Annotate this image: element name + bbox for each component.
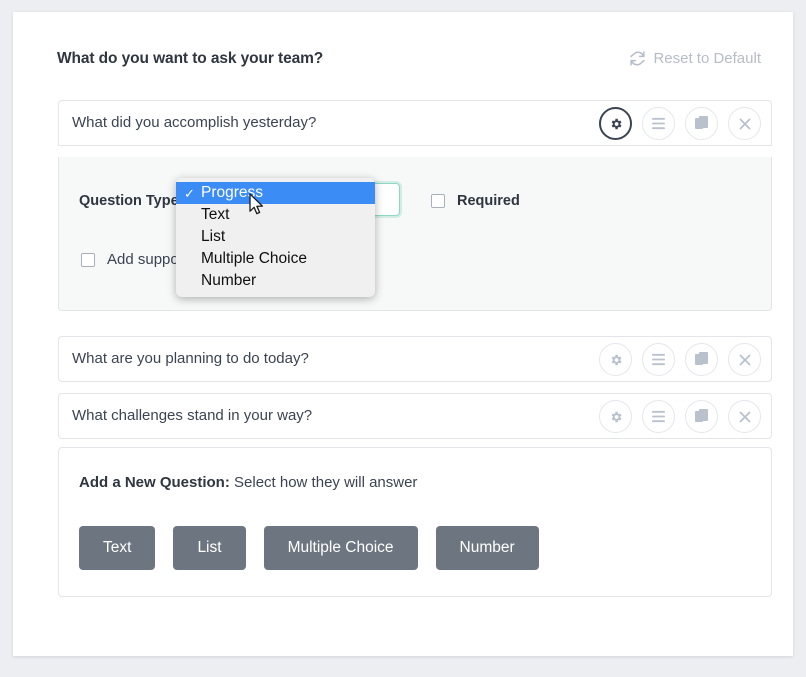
- question-actions: [599, 107, 761, 140]
- add-new-question-title-bold: Add a New Question:: [79, 474, 230, 491]
- gear-icon: [609, 410, 623, 424]
- question-type-label: Question Type: [79, 193, 179, 209]
- dropdown-option-label: Number: [201, 272, 257, 289]
- question-row[interactable]: What challenges stand in your way?: [58, 393, 772, 439]
- add-new-question-title-rest: Select how they will answer: [229, 474, 418, 491]
- delete-question-button[interactable]: [728, 343, 761, 376]
- dropdown-option-multiple-choice[interactable]: Multiple Choice: [176, 248, 375, 270]
- copy-icon: [694, 409, 709, 424]
- list-icon: [651, 117, 666, 130]
- gear-icon: [609, 353, 623, 367]
- close-icon: [739, 118, 751, 130]
- dropdown-option-number[interactable]: Number: [176, 270, 375, 292]
- answer-type-buttons: Text List Multiple Choice Number: [79, 526, 539, 570]
- dropdown-option-label: Multiple Choice: [201, 250, 307, 267]
- reset-to-default-label: Reset to Default: [653, 50, 761, 67]
- add-support-field[interactable]: Add suppor: [81, 251, 184, 268]
- dropdown-option-label: Progress: [201, 184, 264, 201]
- question-row[interactable]: What are you planning to do today?: [58, 336, 772, 382]
- dropdown-option-text[interactable]: Text: [176, 204, 375, 226]
- list-icon: [651, 410, 666, 423]
- add-support-label: Add suppor: [107, 251, 184, 268]
- duplicate-button[interactable]: [685, 343, 718, 376]
- delete-question-button[interactable]: [728, 400, 761, 433]
- delete-question-button[interactable]: [728, 107, 761, 140]
- question-actions: [599, 343, 761, 376]
- gear-icon-button[interactable]: [599, 400, 632, 433]
- reorder-handle-button[interactable]: [642, 400, 675, 433]
- question-text: What challenges stand in your way?: [72, 407, 313, 424]
- check-icon: ✓: [184, 185, 195, 201]
- add-multiple-choice-question-button[interactable]: Multiple Choice: [263, 526, 418, 570]
- gear-icon: [609, 117, 623, 131]
- close-icon: [739, 411, 751, 423]
- add-list-question-button[interactable]: List: [173, 526, 246, 570]
- add-support-checkbox[interactable]: [81, 252, 95, 267]
- list-icon: [651, 353, 666, 366]
- required-field[interactable]: Required: [431, 193, 520, 209]
- refresh-icon: [629, 50, 646, 67]
- question-settings-panel: Question Type Required Add suppor: [58, 157, 772, 311]
- reorder-handle-button[interactable]: [642, 107, 675, 140]
- add-number-question-button[interactable]: Number: [435, 526, 539, 570]
- reset-to-default-button[interactable]: Reset to Default: [629, 50, 761, 67]
- question-actions: [599, 400, 761, 433]
- question-text: What are you planning to do today?: [72, 350, 309, 367]
- copy-icon: [694, 352, 709, 367]
- dropdown-option-label: Text: [201, 206, 230, 223]
- add-text-question-button[interactable]: Text: [79, 526, 156, 570]
- reorder-handle-button[interactable]: [642, 343, 675, 376]
- add-new-question-title: Add a New Question: Select how they will…: [79, 474, 417, 491]
- required-label: Required: [457, 193, 520, 209]
- dropdown-option-progress[interactable]: ✓ Progress: [176, 182, 375, 204]
- question-row[interactable]: What did you accomplish yesterday?: [58, 100, 772, 146]
- duplicate-button[interactable]: [685, 400, 718, 433]
- gear-icon-button[interactable]: [599, 107, 632, 140]
- required-checkbox[interactable]: [431, 194, 445, 208]
- dropdown-option-list[interactable]: List: [176, 226, 375, 248]
- copy-icon: [694, 116, 709, 131]
- page-title: What do you want to ask your team?: [57, 50, 324, 67]
- duplicate-button[interactable]: [685, 107, 718, 140]
- add-new-question-panel: Add a New Question: Select how they will…: [58, 447, 772, 597]
- question-text: What did you accomplish yesterday?: [72, 114, 317, 131]
- close-icon: [739, 354, 751, 366]
- dropdown-option-label: List: [201, 228, 226, 245]
- header: What do you want to ask your team? Reset…: [45, 47, 761, 79]
- settings-card: What do you want to ask your team? Reset…: [13, 12, 793, 656]
- question-type-dropdown[interactable]: ✓ Progress Text List Multiple Choice Num…: [176, 178, 375, 297]
- gear-icon-button[interactable]: [599, 343, 632, 376]
